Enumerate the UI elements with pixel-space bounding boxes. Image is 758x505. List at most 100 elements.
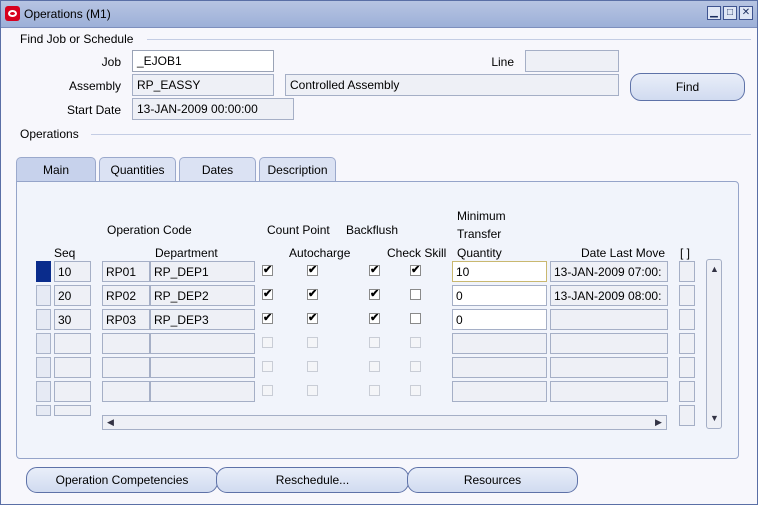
department-cell[interactable]: [150, 333, 255, 354]
row-selector-6[interactable]: [36, 381, 51, 402]
tab-description[interactable]: Description: [259, 157, 336, 181]
autocharge-checkbox[interactable]: ✔: [307, 289, 318, 300]
minimize-icon[interactable]: ▁: [707, 6, 721, 20]
scroll-up-icon[interactable]: ▲: [710, 265, 719, 274]
check-skill-checkbox[interactable]: ✔: [410, 265, 421, 276]
row-selector-4[interactable]: [36, 333, 51, 354]
row-selector-7[interactable]: [36, 405, 51, 416]
row-selector-1[interactable]: [36, 261, 51, 282]
department-cell[interactable]: RP_DEP3: [150, 309, 255, 330]
find-section-title: Find Job or Schedule: [20, 32, 134, 46]
reschedule-button[interactable]: Reschedule...: [216, 467, 409, 493]
operation-code-cell[interactable]: RP01: [102, 261, 150, 282]
operation-code-cell[interactable]: RP03: [102, 309, 150, 330]
check-skill-checkbox[interactable]: [410, 313, 421, 324]
operations-window: Operations (M1) ▁ □ ✕ Find Job or Schedu…: [0, 0, 758, 505]
department-cell[interactable]: RP_DEP1: [150, 261, 255, 282]
horizontal-scrollbar[interactable]: ◀ ▶: [102, 415, 667, 430]
seq-cell[interactable]: [54, 405, 91, 416]
department-cell[interactable]: [150, 357, 255, 378]
operation-code-cell[interactable]: [102, 333, 150, 354]
operation-competencies-button[interactable]: Operation Competencies: [26, 467, 218, 493]
date-last-move-cell[interactable]: [550, 381, 668, 402]
date-last-move-header: Date Last Move: [581, 246, 666, 260]
count-point-checkbox[interactable]: [262, 337, 273, 348]
date-last-move-cell[interactable]: 13-JAN-2009 08:00:: [550, 285, 668, 306]
job-field[interactable]: _EJOB1: [132, 50, 274, 72]
department-cell[interactable]: [150, 381, 255, 402]
window-title: Operations (M1): [24, 7, 111, 21]
start-date-field[interactable]: 13-JAN-2009 00:00:00: [132, 98, 294, 120]
count-point-checkbox[interactable]: ✔: [262, 265, 273, 276]
find-button[interactable]: Find: [630, 73, 745, 101]
autocharge-checkbox[interactable]: [307, 385, 318, 396]
extra-cell[interactable]: [679, 405, 695, 426]
department-cell[interactable]: RP_DEP2: [150, 285, 255, 306]
seq-cell[interactable]: [54, 381, 91, 402]
date-last-move-cell[interactable]: [550, 357, 668, 378]
backflush-checkbox[interactable]: ✔: [369, 313, 380, 324]
min-transfer-qty-cell[interactable]: [452, 357, 547, 378]
backflush-checkbox[interactable]: ✔: [369, 289, 380, 300]
extra-cell[interactable]: [679, 309, 695, 330]
check-skill-checkbox[interactable]: [410, 385, 421, 396]
check-skill-header: Check Skill: [387, 246, 447, 260]
backflush-checkbox[interactable]: [369, 361, 380, 372]
scroll-left-icon[interactable]: ◀: [107, 418, 114, 427]
autocharge-checkbox[interactable]: [307, 361, 318, 372]
autocharge-checkbox[interactable]: [307, 337, 318, 348]
backflush-checkbox[interactable]: [369, 385, 380, 396]
extra-cell[interactable]: [679, 333, 695, 354]
row-selector-5[interactable]: [36, 357, 51, 378]
extra-cell[interactable]: [679, 381, 695, 402]
extra-cell[interactable]: [679, 357, 695, 378]
count-point-checkbox[interactable]: [262, 385, 273, 396]
autocharge-checkbox[interactable]: ✔: [307, 265, 318, 276]
min-transfer-qty-cell[interactable]: [452, 381, 547, 402]
date-last-move-cell[interactable]: [550, 333, 668, 354]
extra-cell[interactable]: [679, 261, 695, 282]
date-last-move-cell[interactable]: [550, 309, 668, 330]
seq-cell[interactable]: 30: [54, 309, 91, 330]
tab-dates[interactable]: Dates: [179, 157, 256, 181]
seq-cell[interactable]: 10: [54, 261, 91, 282]
count-point-checkbox[interactable]: [262, 361, 273, 372]
count-point-checkbox[interactable]: ✔: [262, 289, 273, 300]
seq-cell[interactable]: 20: [54, 285, 91, 306]
close-icon[interactable]: ✕: [739, 6, 753, 20]
backflush-checkbox[interactable]: [369, 337, 380, 348]
operation-code-header: Operation Code: [107, 223, 192, 237]
tab-quantities[interactable]: Quantities: [99, 157, 176, 181]
vertical-scrollbar[interactable]: ▲ ▼: [706, 259, 722, 429]
seq-cell[interactable]: [54, 357, 91, 378]
operation-code-cell[interactable]: [102, 357, 150, 378]
resources-button[interactable]: Resources: [407, 467, 578, 493]
title-bar[interactable]: Operations (M1) ▁ □ ✕: [1, 1, 757, 28]
check-skill-checkbox[interactable]: [410, 289, 421, 300]
tab-main[interactable]: Main: [16, 157, 96, 182]
maximize-icon[interactable]: □: [723, 6, 737, 20]
min-transfer-qty-cell[interactable]: [452, 333, 547, 354]
scroll-down-icon[interactable]: ▼: [710, 414, 719, 423]
autocharge-checkbox[interactable]: ✔: [307, 313, 318, 324]
backflush-checkbox[interactable]: ✔: [369, 265, 380, 276]
row-selector-3[interactable]: [36, 309, 51, 330]
start-date-label: Start Date: [66, 103, 121, 117]
assembly-field[interactable]: RP_EASSY: [132, 74, 274, 96]
operation-code-cell[interactable]: RP02: [102, 285, 150, 306]
check-skill-checkbox[interactable]: [410, 361, 421, 372]
min-transfer-qty-cell[interactable]: 0: [452, 285, 547, 306]
row-selector-2[interactable]: [36, 285, 51, 306]
seq-header: Seq: [54, 246, 76, 260]
date-last-move-cell[interactable]: 13-JAN-2009 07:00:: [550, 261, 668, 282]
count-point-checkbox[interactable]: ✔: [262, 313, 273, 324]
min-transfer-qty-cell[interactable]: 10: [452, 261, 547, 282]
operation-code-cell[interactable]: [102, 381, 150, 402]
line-field[interactable]: [525, 50, 619, 72]
assembly-label: Assembly: [68, 79, 121, 93]
scroll-right-icon[interactable]: ▶: [655, 418, 662, 427]
seq-cell[interactable]: [54, 333, 91, 354]
min-transfer-qty-cell[interactable]: 0: [452, 309, 547, 330]
extra-cell[interactable]: [679, 285, 695, 306]
check-skill-checkbox[interactable]: [410, 337, 421, 348]
